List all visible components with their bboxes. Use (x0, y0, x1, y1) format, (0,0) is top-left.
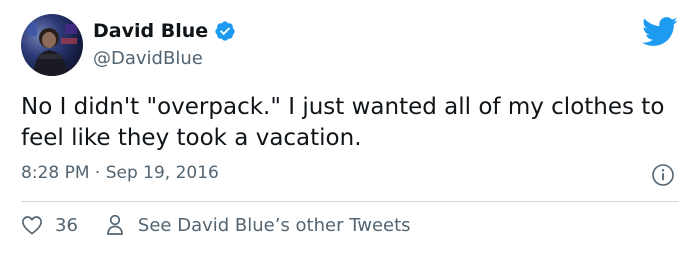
author-handle[interactable]: @DavidBlue (93, 48, 203, 69)
like-button[interactable]: 36 (21, 215, 78, 236)
author-name[interactable]: David Blue (93, 20, 208, 42)
author-row: David Blue (93, 20, 236, 42)
heart-icon (22, 216, 42, 235)
info-icon[interactable] (651, 163, 675, 187)
avatar-image (27, 22, 77, 76)
tweet-card: David Blue @DavidBlue No I didn't "overp… (0, 0, 700, 253)
verified-badge-icon (215, 21, 235, 41)
other-tweets-link[interactable]: See David Blue’s other Tweets (106, 214, 411, 236)
like-count: 36 (55, 214, 78, 236)
person-icon (106, 214, 124, 236)
tweet-timestamp[interactable]: 8:28 PM · Sep 19, 2016 (21, 163, 219, 183)
other-tweets-label: See David Blue’s other Tweets (137, 214, 411, 236)
avatar[interactable] (21, 14, 83, 76)
twitter-bird-icon[interactable] (642, 17, 678, 47)
divider (21, 201, 679, 202)
action-bar: 36 See David Blue’s other Tweets (21, 214, 411, 236)
tweet-text: No I didn't "overpack." I just wanted al… (21, 94, 665, 151)
